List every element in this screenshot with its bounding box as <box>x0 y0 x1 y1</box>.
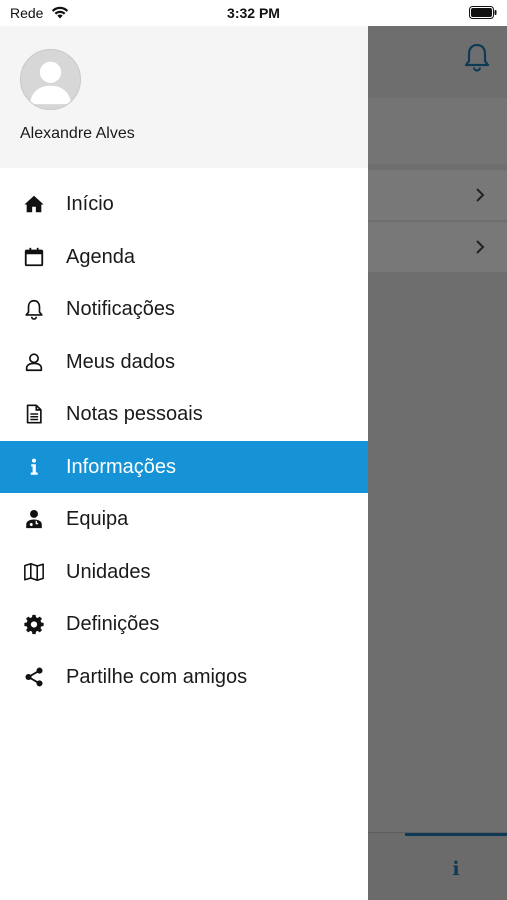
menu-item-notas-pessoais[interactable]: Notas pessoais <box>0 388 368 441</box>
menu-item-meus-dados[interactable]: Meus dados <box>0 336 368 389</box>
menu-item-notificacoes[interactable]: Notificações <box>0 283 368 336</box>
menu-item-partilhe[interactable]: Partilhe com amigos <box>0 651 368 704</box>
menu-item-label: Unidades <box>66 560 151 583</box>
chevron-right-icon <box>475 239 485 255</box>
navigation-drawer: Alexandre Alves Início Agenda Notificaçõ… <box>0 26 368 900</box>
menu-item-label: Definições <box>66 613 160 635</box>
menu-item-label: Agenda <box>66 245 135 268</box>
tab-bar: i <box>368 832 507 900</box>
home-icon <box>22 192 46 216</box>
clock: 3:32 PM <box>227 5 280 21</box>
drawer-menu: Início Agenda Notificações Meus dados No… <box>0 178 368 703</box>
avatar[interactable] <box>20 49 81 110</box>
user-name: Alexandre Alves <box>20 125 135 142</box>
list-item[interactable] <box>368 222 507 272</box>
background-header <box>368 26 507 86</box>
chevron-right-icon <box>475 187 485 203</box>
bell-icon <box>22 297 46 321</box>
menu-item-informacoes[interactable]: Informações <box>0 440 368 493</box>
menu-item-label: Partilhe com amigos <box>66 665 248 688</box>
menu-item-definicoes[interactable]: Definições <box>0 598 368 651</box>
drawer-header: Alexandre Alves <box>0 26 368 168</box>
menu-item-label: Início <box>66 193 114 215</box>
battery-icon <box>469 6 497 19</box>
info-icon <box>22 455 46 479</box>
document-icon <box>22 402 46 426</box>
menu-item-label: Equipa <box>66 508 129 530</box>
menu-item-agenda[interactable]: Agenda <box>0 231 368 284</box>
bell-icon[interactable] <box>463 42 491 72</box>
doctor-icon <box>22 507 46 531</box>
info-icon[interactable]: i <box>450 859 462 879</box>
user-icon <box>22 350 46 374</box>
calendar-icon <box>22 245 46 269</box>
menu-item-inicio[interactable]: Início <box>0 178 368 231</box>
background-banner <box>368 98 507 164</box>
menu-item-label: Notificações <box>66 298 175 320</box>
menu-item-label: Meus dados <box>66 350 175 373</box>
menu-item-equipa[interactable]: Equipa <box>0 493 368 546</box>
status-bar: Rede 3:32 PM <box>0 0 507 26</box>
map-icon <box>22 560 46 584</box>
menu-item-unidades[interactable]: Unidades <box>0 546 368 599</box>
menu-item-label: Notas pessoais <box>66 403 203 425</box>
share-icon <box>22 665 46 689</box>
background-app-overlay[interactable]: i <box>368 26 507 900</box>
menu-item-label: Informações <box>66 455 177 478</box>
gear-icon <box>22 612 46 636</box>
list-item[interactable] <box>368 170 507 220</box>
tab-active-indicator <box>405 833 507 836</box>
